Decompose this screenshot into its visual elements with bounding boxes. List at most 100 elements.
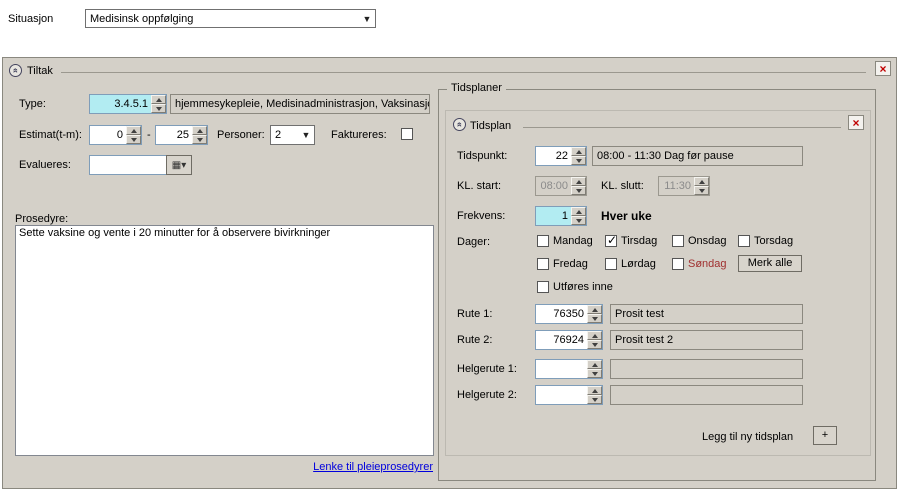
helgerute1-name-field[interactable] — [610, 359, 803, 379]
prosedyre-label: Prosedyre: — [15, 213, 68, 225]
tidspunkt-value: 22 — [536, 147, 571, 165]
situasjon-select[interactable]: Medisinsk oppfølging ▼ — [85, 9, 376, 28]
checkbox-box[interactable] — [537, 235, 549, 247]
spinner-buttons — [587, 331, 602, 349]
faktureres-checkbox[interactable] — [401, 127, 413, 141]
rute1-spinner[interactable]: 76350 — [535, 304, 603, 324]
spinner-up-icon[interactable] — [587, 360, 602, 369]
spinner-up-icon[interactable] — [151, 95, 166, 104]
tidsplaner-group: Tidsplaner « Tidsplan × Tidspunkt: 22 08… — [438, 89, 876, 481]
helgerute2-spinner[interactable] — [535, 385, 603, 405]
frekvens-value: 1 — [536, 207, 571, 225]
spinner-up-icon — [694, 177, 709, 186]
checkbox-box[interactable] — [401, 128, 413, 140]
spinner-up-icon[interactable] — [192, 126, 207, 135]
helgerute2-value — [536, 386, 587, 404]
situasjon-value: Medisinsk oppfølging — [86, 13, 359, 25]
checkbox-utfores-inne[interactable]: Utføres inne — [537, 280, 613, 294]
tidsplaner-legend: Tidsplaner — [447, 82, 506, 94]
spinner-down-icon — [694, 186, 709, 195]
spinner-buttons — [571, 207, 586, 225]
type-code-spinner[interactable]: 3.4.5.1 — [89, 94, 167, 114]
estimat-to-value: 25 — [156, 126, 192, 144]
estimat-separator: - — [147, 129, 151, 141]
chevron-down-icon[interactable]: ▼ — [359, 14, 375, 24]
frekvens-text: Hver uke — [601, 209, 652, 223]
spinner-buttons — [587, 386, 602, 404]
collapse-tidsplan-icon[interactable]: « — [453, 118, 466, 131]
kl-start-value: 08:00 — [536, 177, 571, 195]
checkbox-box[interactable] — [605, 235, 617, 247]
prosedyre-textarea[interactable]: Sette vaksine og vente i 20 minutter for… — [15, 225, 434, 456]
spinner-up-icon[interactable] — [571, 147, 586, 156]
spinner-buttons — [694, 177, 709, 195]
helgerute2-label: Helgerute 2: — [457, 389, 517, 401]
personer-select[interactable]: 2 ▼ — [270, 125, 315, 145]
tidspunkt-spinner[interactable]: 22 — [535, 146, 587, 166]
rute2-label: Rute 2: — [457, 334, 492, 346]
merk-alle-button[interactable]: Merk alle — [738, 255, 802, 272]
add-tidsplan-button[interactable]: + — [813, 426, 837, 445]
spinner-up-icon[interactable] — [126, 126, 141, 135]
tiltak-title: Tiltak — [27, 65, 53, 77]
checkbox-label: Mandag — [553, 235, 593, 247]
estimat-to-spinner[interactable]: 25 — [155, 125, 208, 145]
checkbox-sondag[interactable]: Søndag — [672, 257, 727, 271]
chevron-down-icon[interactable]: ▼ — [298, 130, 314, 140]
kl-slutt-value: 11:30 — [659, 177, 694, 195]
frekvens-spinner[interactable]: 1 — [535, 206, 587, 226]
checkbox-label: Lørdag — [621, 258, 656, 270]
spinner-down-icon[interactable] — [587, 395, 602, 404]
checkbox-tirsdag[interactable]: Tirsdag — [605, 234, 657, 248]
checkbox-torsdag[interactable]: Torsdag — [738, 234, 793, 248]
close-tidsplan-button[interactable]: × — [848, 115, 864, 130]
rute2-value: 76924 — [536, 331, 587, 349]
checkbox-box[interactable] — [537, 258, 549, 270]
spinner-down-icon[interactable] — [126, 135, 141, 144]
estimat-from-value: 0 — [90, 126, 126, 144]
helgerute1-spinner[interactable] — [535, 359, 603, 379]
kl-slutt-spinner: 11:30 — [658, 176, 710, 196]
checkbox-fredag[interactable]: Fredag — [537, 257, 588, 271]
spinner-up-icon[interactable] — [587, 331, 602, 340]
evalueres-datepicker-button[interactable]: ▦▾ — [166, 155, 192, 175]
checkbox-box[interactable] — [605, 258, 617, 270]
frekvens-label: Frekvens: — [457, 210, 505, 222]
checkbox-lordag[interactable]: Lørdag — [605, 257, 656, 271]
evalueres-label: Evalueres: — [19, 159, 71, 171]
spinner-up-icon[interactable] — [587, 305, 602, 314]
spinner-buttons — [587, 360, 602, 378]
estimat-from-spinner[interactable]: 0 — [89, 125, 142, 145]
spinner-up-icon[interactable] — [587, 386, 602, 395]
checkbox-onsdag[interactable]: Onsdag — [672, 234, 727, 248]
estimat-label: Estimat(t-m): — [19, 129, 82, 141]
checkbox-box[interactable] — [537, 281, 549, 293]
evalueres-field[interactable] — [89, 155, 167, 175]
spinner-down-icon[interactable] — [151, 104, 166, 113]
collapse-tiltak-icon[interactable]: « — [9, 64, 22, 77]
app-window: Situasjon Medisinsk oppfølging ▼ « Tilta… — [0, 0, 899, 491]
spinner-down-icon[interactable] — [571, 216, 586, 225]
type-description-field[interactable]: hjemmesykepleie, Medisinadministrasjon, … — [170, 94, 430, 114]
tidspunkt-description-field[interactable]: 08:00 - 11:30 Dag før pause — [592, 146, 803, 166]
checkbox-box[interactable] — [672, 258, 684, 270]
spinner-up-icon[interactable] — [571, 207, 586, 216]
checkbox-mandag[interactable]: Mandag — [537, 234, 593, 248]
rute2-spinner[interactable]: 76924 — [535, 330, 603, 350]
checkbox-box[interactable] — [738, 235, 750, 247]
spinner-up-icon — [571, 177, 586, 186]
helgerute2-name-field[interactable] — [610, 385, 803, 405]
spinner-down-icon[interactable] — [571, 156, 586, 165]
spinner-down-icon[interactable] — [192, 135, 207, 144]
spinner-down-icon[interactable] — [587, 340, 602, 349]
rute1-value: 76350 — [536, 305, 587, 323]
spinner-down-icon[interactable] — [587, 369, 602, 378]
spinner-buttons — [571, 147, 586, 165]
close-tiltak-button[interactable]: × — [875, 61, 891, 76]
spinner-buttons — [192, 126, 207, 144]
rute2-name-field[interactable]: Prosit test 2 — [610, 330, 803, 350]
pleieprosedyrer-link[interactable]: Lenke til pleieprosedyrer — [305, 461, 433, 473]
spinner-down-icon[interactable] — [587, 314, 602, 323]
checkbox-box[interactable] — [672, 235, 684, 247]
rute1-name-field[interactable]: Prosit test — [610, 304, 803, 324]
